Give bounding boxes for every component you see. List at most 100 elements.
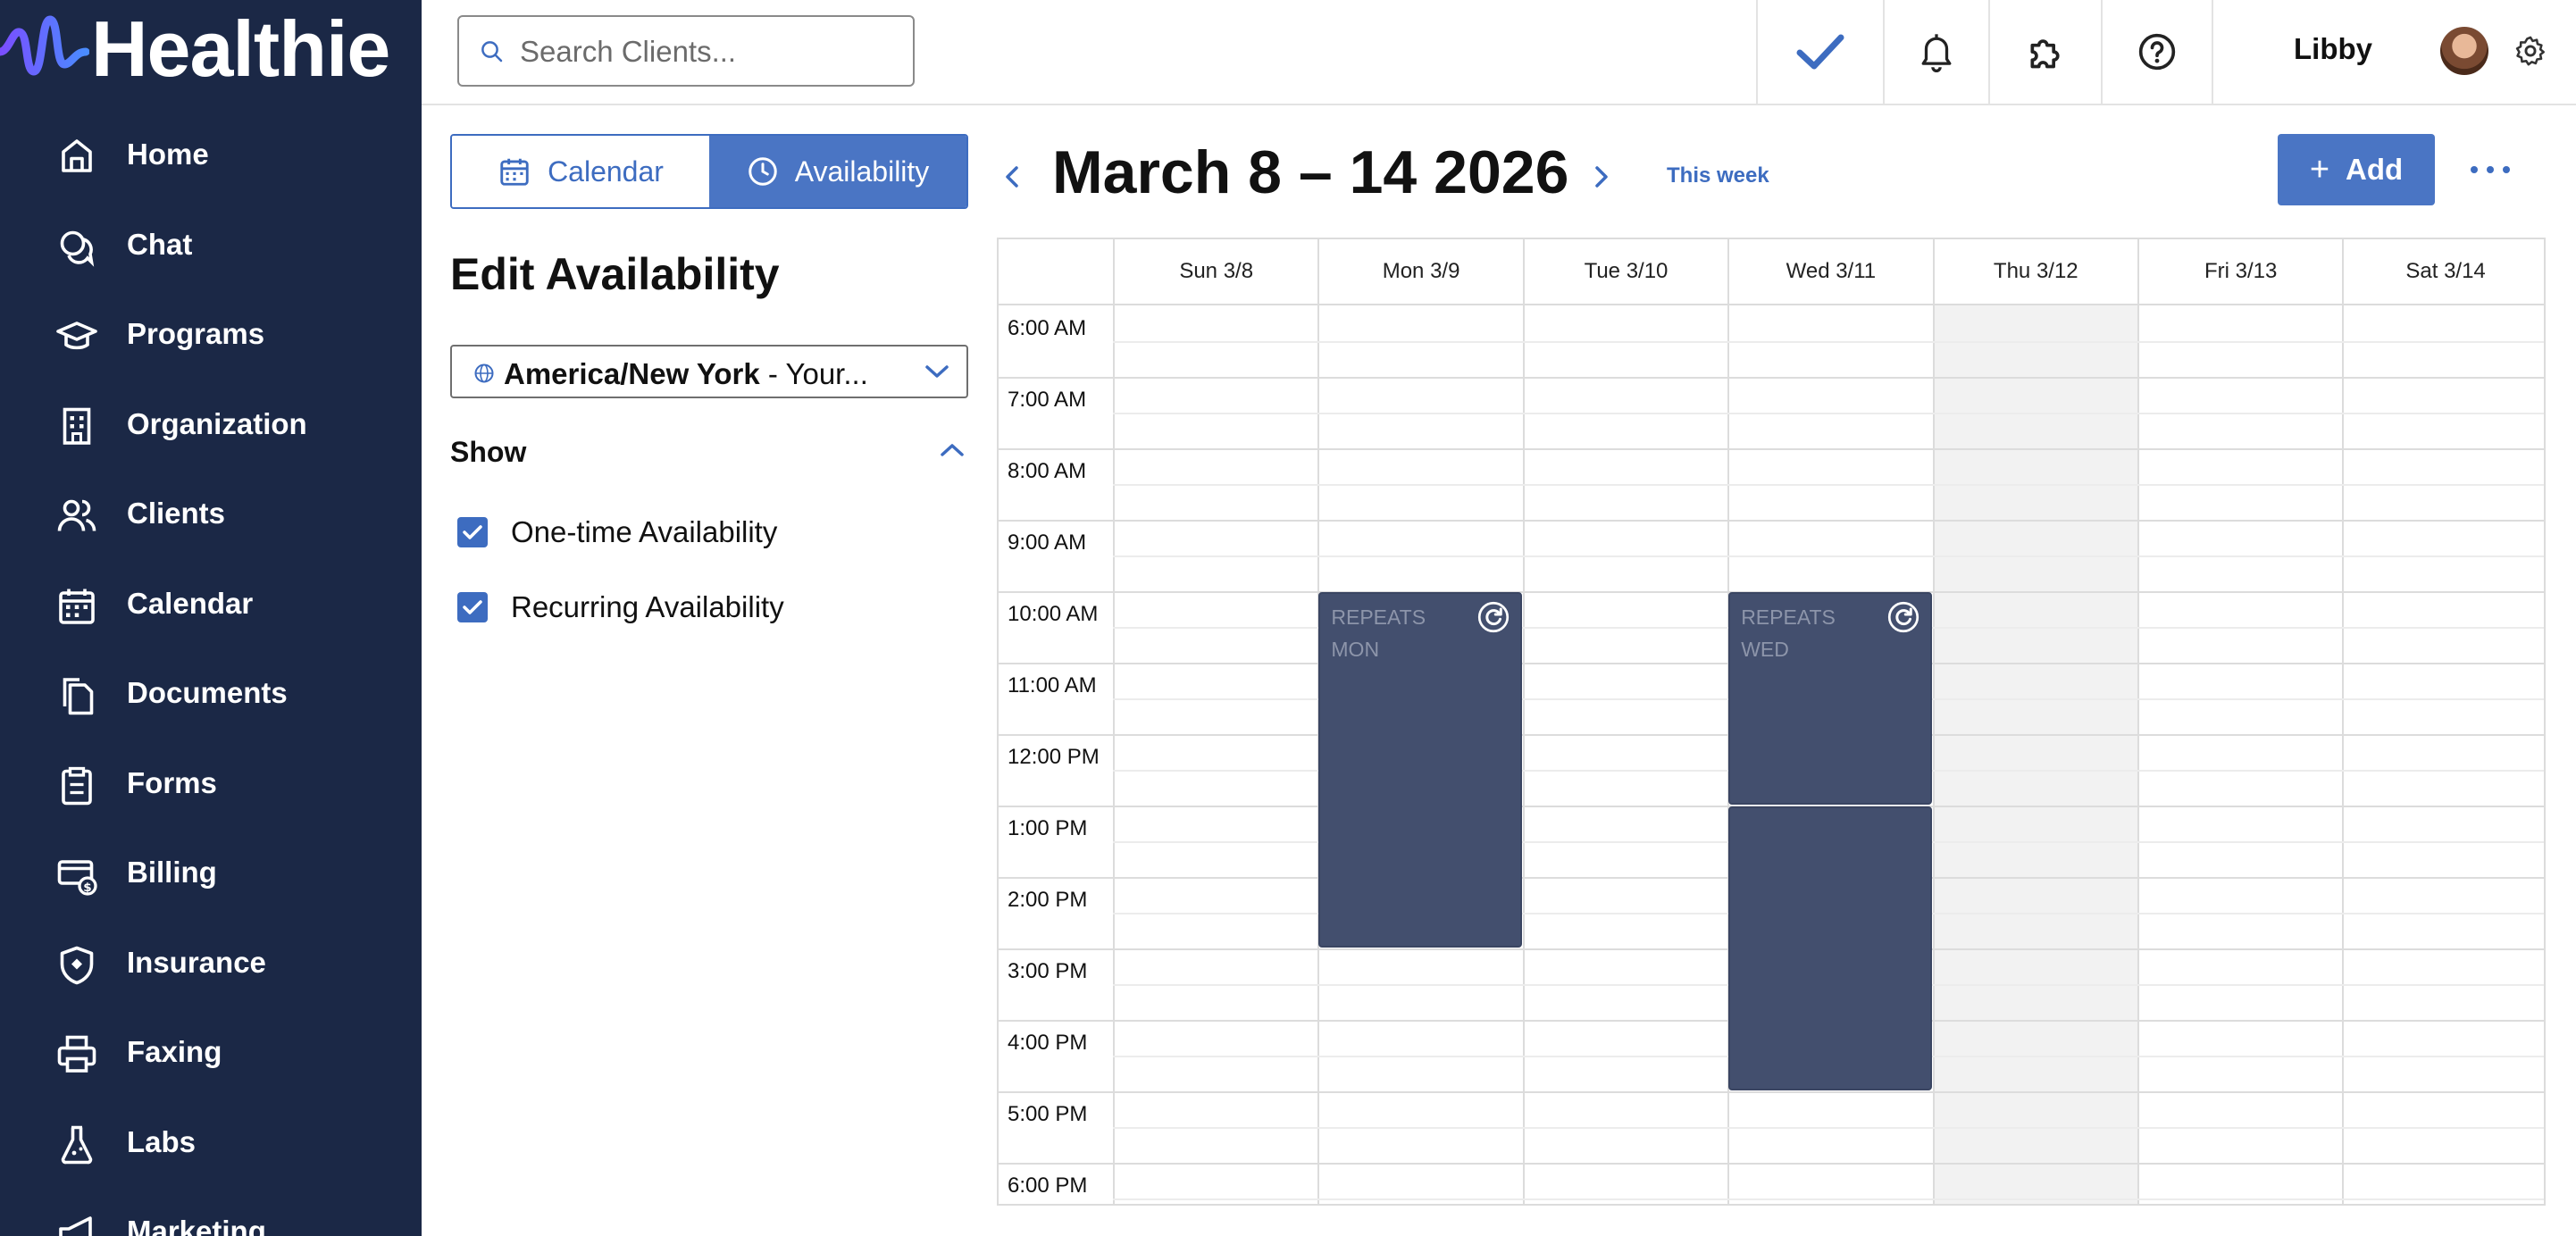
availability-block-label: REPEATS WED — [1741, 601, 1836, 665]
time-label: 9:00 AM — [1008, 530, 1087, 555]
sidebar-item-label: Programs — [127, 317, 265, 350]
timezone-select[interactable]: America/New York - Your... — [450, 345, 968, 398]
dot — [2503, 166, 2510, 173]
printer-icon — [57, 1035, 96, 1073]
timezone-value: America/New York - Your... — [504, 357, 868, 391]
sidebar-item-labs[interactable]: Labs — [0, 1100, 422, 1190]
users-icon — [57, 499, 96, 531]
chat-icon — [60, 230, 95, 267]
help-button[interactable] — [2101, 0, 2212, 104]
next-week-icon[interactable] — [1588, 163, 1613, 191]
show-section-label: Show — [450, 436, 527, 468]
chevron-down-icon — [925, 365, 949, 378]
filter-recurring-label: Recurring Availability — [511, 590, 784, 623]
sidebar-item-calendar[interactable]: Calendar — [0, 562, 422, 651]
hour-line — [999, 448, 2544, 450]
bell-icon — [1921, 34, 1952, 72]
day-column[interactable] — [1932, 305, 2137, 1204]
integrations-button[interactable] — [1988, 0, 2101, 104]
check-icon — [463, 600, 482, 614]
documents-icon — [63, 678, 94, 715]
checkbox-checked[interactable] — [457, 517, 488, 547]
day-header: Mon 3/9 — [1317, 239, 1523, 305]
availability-block-label: REPEATS MON — [1331, 601, 1426, 665]
availability-block[interactable]: REPEATS WED — [1728, 592, 1932, 805]
panel-title: Edit Availability — [450, 249, 780, 299]
search-input[interactable] — [520, 29, 895, 74]
logo-wave-icon — [0, 15, 89, 76]
sidebar-item-marketing[interactable]: Marketing — [0, 1190, 422, 1236]
day-header: Sat 3/14 — [2342, 239, 2544, 305]
search-box[interactable] — [457, 15, 915, 87]
more-options-button[interactable] — [2471, 154, 2510, 186]
brand-name: Healthie — [91, 4, 390, 93]
clock-icon — [748, 157, 777, 186]
sidebar-item-label: Clients — [127, 497, 226, 530]
plus-icon: + — [2309, 150, 2330, 188]
avatar[interactable] — [2440, 27, 2488, 75]
user-name: Libby — [2294, 32, 2372, 65]
filter-recurring[interactable]: Recurring Availability — [457, 589, 784, 625]
billing-icon: $ — [57, 860, 97, 896]
sidebar-item-label: Faxing — [127, 1035, 222, 1068]
checkbox-checked[interactable] — [457, 592, 488, 622]
half-hour-line — [1113, 555, 2544, 557]
half-hour-line — [1113, 484, 2544, 486]
sidebar-item-organization[interactable]: Organization — [0, 382, 422, 472]
sidebar-item-label: Home — [127, 138, 209, 171]
sidebar-item-programs[interactable]: Programs — [0, 292, 422, 381]
sidebar-item-insurance[interactable]: Insurance — [0, 921, 422, 1010]
flask-icon — [61, 1125, 93, 1164]
sidebar-item-label: Organization — [127, 406, 307, 440]
sidebar-item-label: Forms — [127, 765, 217, 799]
calendar-icon — [59, 589, 95, 624]
previous-week-icon[interactable] — [1000, 163, 1025, 191]
time-label: 2:00 PM — [1008, 888, 1088, 912]
time-label: 3:00 PM — [1008, 959, 1088, 983]
this-week-link[interactable]: This week — [1667, 163, 1769, 188]
day-header: Wed 3/11 — [1727, 239, 1933, 305]
day-column[interactable] — [2342, 305, 2544, 1204]
time-label: 4:00 PM — [1008, 1031, 1088, 1055]
gear-icon[interactable] — [2513, 34, 2547, 68]
sidebar-item-chat[interactable]: Chat — [0, 203, 422, 292]
recurring-icon — [1887, 601, 1919, 633]
sidebar-item-billing[interactable]: $ Billing — [0, 831, 422, 920]
tab-calendar[interactable]: Calendar — [452, 136, 709, 207]
time-label: 5:00 PM — [1008, 1102, 1088, 1126]
timezone-suffix: - Your... — [759, 357, 868, 390]
notifications-button[interactable] — [1883, 0, 1988, 104]
building-icon — [63, 407, 91, 445]
check-icon — [463, 525, 482, 539]
checkmark-icon — [1796, 34, 1844, 70]
healthie-logo[interactable]: Healthie — [0, 0, 422, 95]
sidebar-item-clients[interactable]: Clients — [0, 472, 422, 561]
svg-text:$: $ — [83, 881, 91, 895]
help-circle-icon — [2138, 33, 2176, 71]
tasks-button[interactable] — [1756, 0, 1883, 104]
availability-block[interactable]: REPEATS MON — [1318, 592, 1522, 948]
sidebar-item-faxing[interactable]: Faxing — [0, 1010, 422, 1099]
day-column[interactable] — [1113, 305, 1317, 1204]
time-label: 6:00 AM — [1008, 316, 1087, 340]
add-button-label: Add — [2346, 153, 2404, 186]
chevron-up-icon[interactable] — [938, 439, 966, 461]
day-column[interactable] — [1522, 305, 1727, 1204]
sidebar-item-documents[interactable]: Documents — [0, 651, 422, 740]
time-label: 11:00 AM — [1008, 673, 1097, 697]
repeat-label: REPEATS — [1741, 605, 1836, 629]
time-label: 1:00 PM — [1008, 816, 1088, 840]
day-column[interactable] — [2137, 305, 2342, 1204]
week-calendar-grid: Sun 3/8 Mon 3/9 Tue 3/10 Wed 3/11 Thu 3/12 Fr… — [997, 238, 2546, 1206]
sidebar-item-label: Chat — [127, 227, 193, 261]
add-button[interactable]: + Add — [2278, 134, 2435, 205]
user-menu[interactable]: Libby — [2212, 0, 2576, 104]
repeat-day-label: MON — [1331, 638, 1380, 661]
filter-one-time[interactable]: One-time Availability — [457, 514, 777, 550]
puzzle-icon — [2030, 39, 2060, 69]
availability-block[interactable] — [1728, 806, 1932, 1090]
tab-availability[interactable]: Availability — [709, 136, 966, 207]
sidebar-item-forms[interactable]: Forms — [0, 741, 422, 831]
globe-icon — [474, 363, 494, 383]
sidebar-item-home[interactable]: Home — [0, 113, 422, 202]
